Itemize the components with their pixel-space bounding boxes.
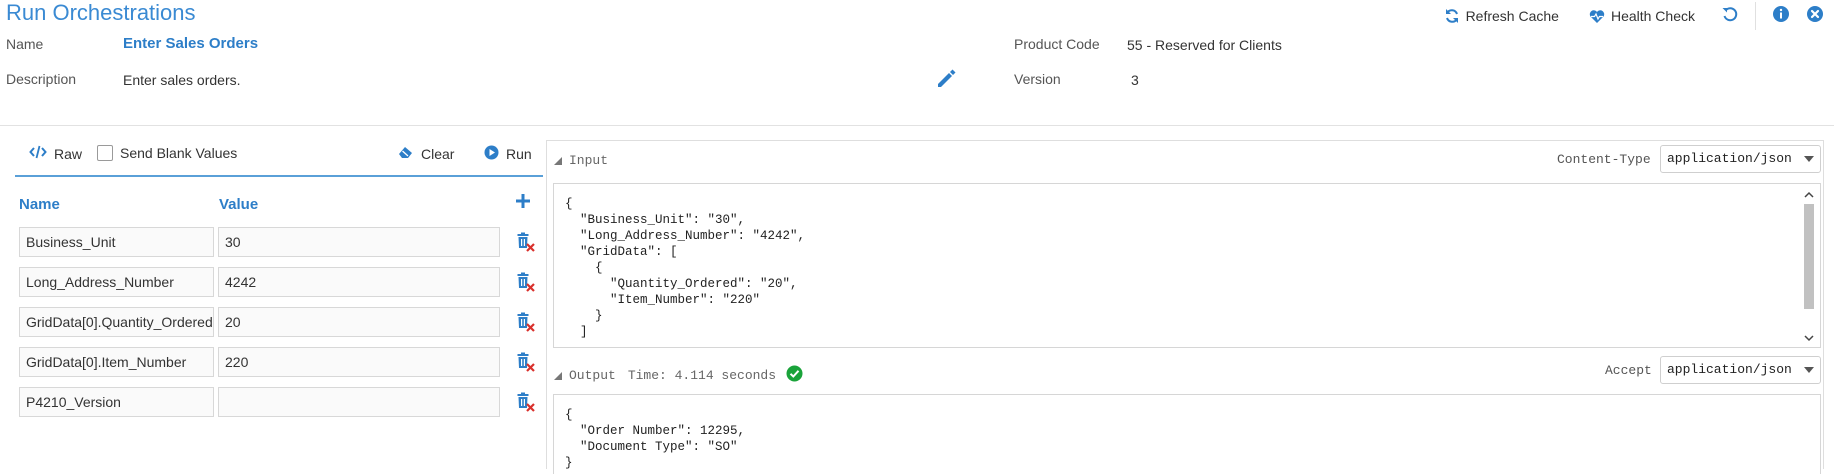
scrollbar-thumb[interactable]: [1804, 204, 1814, 309]
undo-refresh-icon[interactable]: [1721, 5, 1739, 28]
play-icon: [484, 145, 499, 163]
param-name-field[interactable]: GridData[0].Quantity_Ordered: [19, 307, 214, 337]
clear-button[interactable]: Clear: [398, 145, 454, 162]
header-divider-line: [0, 125, 1834, 126]
param-value-field[interactable]: [218, 387, 500, 417]
content-type-select[interactable]: application/json: [1660, 145, 1821, 173]
product-code-value: 55 - Reserved for Clients: [1127, 37, 1282, 53]
version-value: 3: [1131, 72, 1139, 88]
run-label: Run: [506, 146, 532, 162]
clear-label: Clear: [421, 145, 455, 162]
output-time: Time: 4.114 seconds: [627, 368, 777, 383]
delete-row-icon[interactable]: [516, 392, 536, 412]
accept-select[interactable]: application/json: [1660, 356, 1821, 384]
input-label: Input: [569, 153, 609, 168]
plus-icon[interactable]: [515, 193, 531, 214]
scroll-up-icon: [1804, 191, 1814, 198]
orchestration-description: Enter sales orders.: [123, 72, 241, 88]
collapse-triangle-icon: [554, 371, 562, 380]
eraser-icon: [398, 145, 414, 162]
scroll-down-icon: [1804, 335, 1814, 342]
send-blank-values-checkbox[interactable]: [97, 145, 113, 161]
health-check-label: Health Check: [1610, 8, 1695, 24]
info-icon[interactable]: [1772, 5, 1790, 28]
output-json[interactable]: { "Order Number": 12295, "Document Type"…: [565, 407, 745, 471]
code-icon: [29, 145, 47, 162]
header-actions: Refresh Cache Health Check: [1444, 2, 1824, 30]
pencil-icon[interactable]: [935, 67, 957, 89]
content-type-label: Content-Type: [1557, 152, 1651, 167]
orchestration-name: Enter Sales Orders: [123, 35, 259, 52]
delete-row-icon[interactable]: [516, 312, 536, 332]
page-title: Run Orchestrations: [6, 0, 196, 25]
delete-row-icon[interactable]: [516, 232, 536, 252]
refresh-cache-button[interactable]: Refresh Cache: [1444, 8, 1559, 24]
input-section-toggle[interactable]: Input: [553, 153, 608, 168]
delete-row-icon[interactable]: [516, 352, 536, 372]
send-blank-values-label: Send Blank Values: [120, 145, 238, 161]
param-value-field[interactable]: 220: [218, 347, 500, 377]
close-icon[interactable]: [1806, 5, 1824, 28]
heartbeat-icon: [1589, 9, 1605, 24]
refresh-cache-label: Refresh Cache: [1465, 8, 1559, 24]
input-scrollbar[interactable]: [1802, 190, 1816, 343]
raw-button[interactable]: Raw: [29, 145, 82, 162]
header-divider: [1755, 2, 1756, 30]
chevron-down-icon: [1804, 367, 1814, 373]
accept-value: application/json: [1667, 362, 1792, 377]
success-check-icon: [786, 365, 803, 386]
raw-label: Raw: [54, 145, 83, 162]
version-label: Version: [1014, 71, 1061, 87]
accept-label: Accept: [1605, 363, 1652, 378]
param-value-field[interactable]: 20: [218, 307, 500, 337]
chevron-down-icon: [1804, 156, 1814, 162]
description-label: Description: [6, 71, 77, 87]
output-editor[interactable]: { "Order Number": 12295, "Document Type"…: [553, 394, 1821, 474]
output-section-toggle[interactable]: Output Time: 4.114 seconds: [553, 365, 803, 386]
product-code-label: Product Code: [1014, 36, 1100, 52]
collapse-triangle-icon: [554, 156, 562, 165]
value-column-header: Value: [219, 196, 259, 213]
param-name-field[interactable]: GridData[0].Item_Number: [19, 347, 214, 377]
refresh-icon: [1444, 8, 1460, 24]
param-value-field[interactable]: 4242: [218, 267, 500, 297]
send-blank-values-toggle[interactable]: Send Blank Values: [97, 145, 237, 161]
param-name-field[interactable]: P4210_Version: [19, 387, 214, 417]
run-button[interactable]: Run: [484, 145, 532, 163]
toolbar-underline: [15, 175, 543, 177]
output-label: Output: [569, 368, 616, 383]
delete-row-icon[interactable]: [516, 272, 536, 292]
content-type-value: application/json: [1667, 151, 1792, 166]
name-column-header: Name: [19, 196, 60, 213]
name-label: Name: [6, 36, 44, 52]
param-value-field[interactable]: 30: [218, 227, 500, 257]
param-name-field[interactable]: Business_Unit: [19, 227, 214, 257]
input-json[interactable]: { "Business_Unit": "30", "Long_Address_N…: [565, 196, 805, 340]
input-editor[interactable]: { "Business_Unit": "30", "Long_Address_N…: [553, 183, 1821, 348]
health-check-button[interactable]: Health Check: [1589, 8, 1695, 24]
param-name-field[interactable]: Long_Address_Number: [19, 267, 214, 297]
